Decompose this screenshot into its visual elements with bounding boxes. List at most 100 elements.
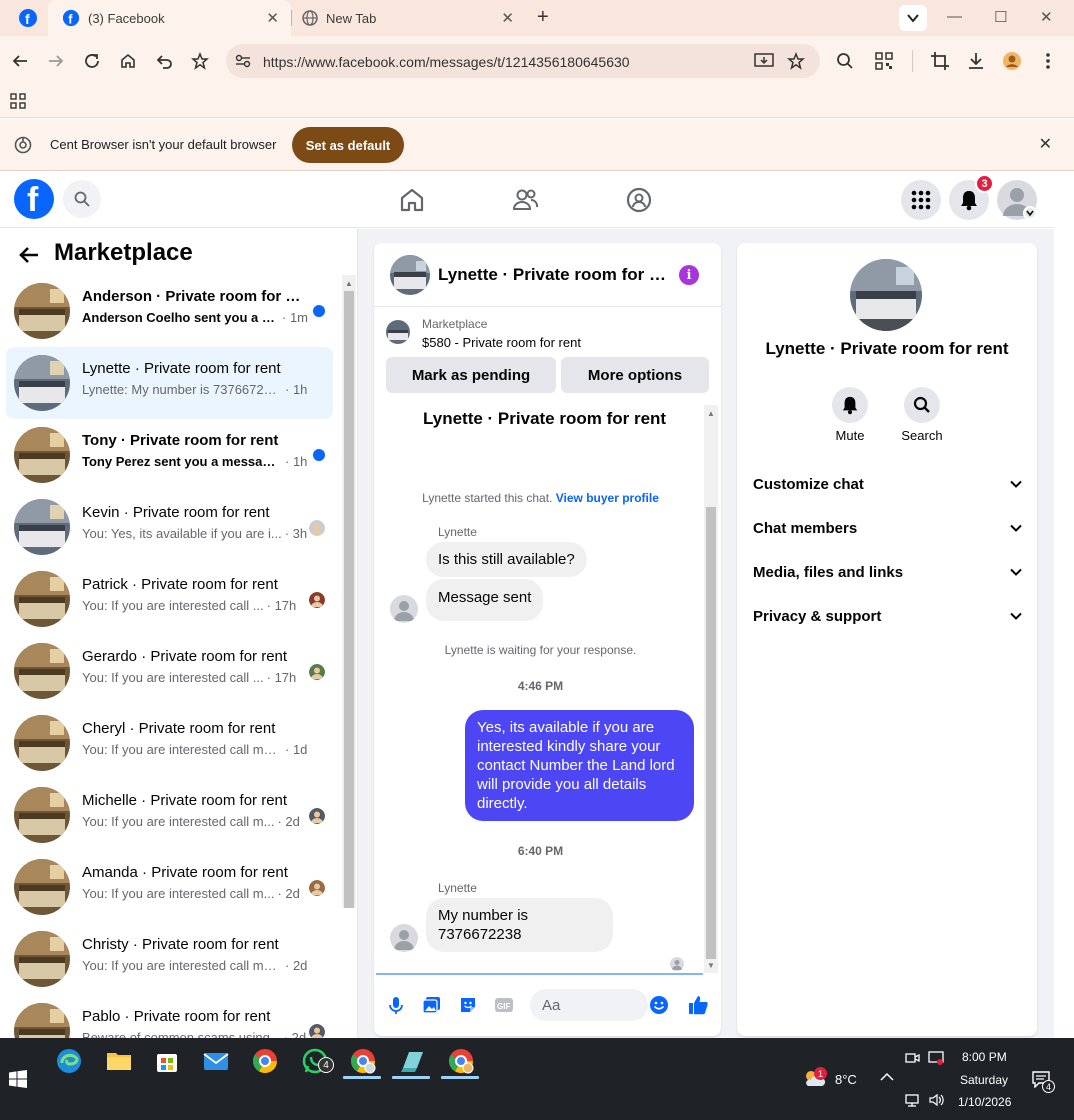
windows-start-icon[interactable]	[9, 1070, 27, 1088]
url-text[interactable]: https://www.facebook.com/messages/t/1214…	[263, 54, 630, 70]
gif-icon[interactable]: GIF	[494, 995, 514, 1015]
microphone-icon[interactable]	[386, 995, 406, 1015]
microsoft-store-icon[interactable]	[152, 1046, 182, 1076]
menu-grid-button[interactable]	[901, 180, 941, 220]
chat-avatar[interactable]	[390, 255, 430, 295]
meet-now-icon[interactable]	[904, 1050, 920, 1066]
facebook-logo[interactable]: f	[14, 179, 54, 219]
list-scrollbar-thumb[interactable]	[344, 291, 354, 908]
info-icon[interactable]: i	[679, 265, 699, 285]
clock-date[interactable]: 1/10/2026	[958, 1095, 1011, 1109]
conversation-item[interactable]: Gerardo · Private room for rent You: If y…	[6, 635, 333, 707]
conversation-item[interactable]: Amanda · Private room for rent You: If yo…	[6, 851, 333, 923]
search-icon[interactable]	[836, 52, 854, 70]
reload-icon[interactable]	[83, 52, 101, 70]
bookmark-star-icon[interactable]	[191, 52, 209, 70]
home-icon[interactable]	[119, 52, 137, 70]
set-as-default-button[interactable]: Set as default	[292, 127, 404, 163]
maximize-icon[interactable]: ☐	[994, 8, 1007, 26]
more-options-button[interactable]: More options	[561, 357, 709, 393]
sticker-icon[interactable]	[458, 995, 478, 1015]
conversation-item[interactable]: Lynette · Private room for rent Lynette: …	[6, 347, 333, 419]
view-buyer-profile-link[interactable]: View buyer profile	[556, 491, 659, 505]
thumbs-up-icon[interactable]	[687, 994, 709, 1016]
edge-browser-icon[interactable]	[54, 1046, 84, 1076]
window-close-icon[interactable]: ✕	[1040, 8, 1053, 26]
conversation-item[interactable]: Cheryl · Private room for rent You: If yo…	[6, 707, 333, 779]
chrome-icon[interactable]	[250, 1046, 280, 1076]
network-icon[interactable]	[904, 1092, 920, 1108]
undo-close-icon[interactable]	[155, 52, 173, 70]
room-photo-icon	[390, 255, 430, 295]
back-arrow-icon[interactable]	[11, 52, 29, 70]
site-settings-icon[interactable]	[234, 52, 252, 70]
mute-button[interactable]	[832, 387, 868, 423]
crop-icon[interactable]	[930, 51, 950, 71]
clock-day[interactable]: Saturday	[960, 1073, 1008, 1087]
search-in-chat-button[interactable]	[904, 387, 940, 423]
apps-grid-icon[interactable]	[10, 93, 26, 109]
infobar-close-icon[interactable]: ✕	[1039, 134, 1052, 154]
close-tab-icon[interactable]: ✕	[266, 9, 279, 27]
incoming-message[interactable]: Is this still available?	[426, 542, 587, 577]
listing-thumbnail[interactable]	[386, 320, 410, 344]
conversation-item[interactable]: Tony · Private room for rent Tony Perez s…	[6, 419, 333, 491]
incoming-message[interactable]: Message sent	[426, 579, 544, 621]
chat-title[interactable]: Lynette · Private room for r...	[438, 265, 666, 285]
conversation-item[interactable]: Kevin · Private room for rent You: Yes, i…	[6, 491, 333, 563]
cent-browser-taskbar-icon[interactable]	[348, 1046, 378, 1076]
conversation-item[interactable]: Michelle · Private room for rent You: If …	[6, 779, 333, 851]
conversation-item[interactable]: Patrick · Private room for rent You: If y…	[6, 563, 333, 635]
file-explorer-icon[interactable]	[104, 1046, 134, 1076]
tab-search-button[interactable]	[899, 5, 927, 31]
info-section-row[interactable]: Privacy & support	[753, 601, 1023, 631]
conversation-item[interactable]: Christy · Private room for rent You: If y…	[6, 923, 333, 995]
facebook-search-button[interactable]	[63, 180, 101, 218]
home-icon[interactable]	[398, 186, 426, 214]
minimize-icon[interactable]: —	[947, 8, 962, 25]
download-icon[interactable]	[966, 51, 986, 71]
facebook-app-icon[interactable]: f	[18, 8, 38, 28]
conversation-item[interactable]: Pablo · Private room for rent Beware of c…	[6, 995, 333, 1038]
thread-scrollbar-thumb[interactable]	[706, 507, 716, 959]
chrome-profile-icon[interactable]	[446, 1046, 476, 1076]
message-input[interactable]: Aa	[530, 989, 648, 1021]
scroll-up-arrow-icon[interactable]: ▲	[707, 409, 715, 418]
display-icon[interactable]	[928, 1050, 944, 1066]
info-section-row[interactable]: Chat members	[753, 513, 1023, 543]
mark-as-pending-button[interactable]: Mark as pending	[386, 357, 556, 393]
conversation-item[interactable]: Anderson · Private room for re... Anderso…	[6, 275, 333, 347]
temperature[interactable]: 8°C	[835, 1072, 857, 1087]
close-tab-icon[interactable]: ✕	[501, 9, 514, 27]
account-avatar-button[interactable]	[997, 180, 1037, 220]
emoji-icon[interactable]	[649, 995, 669, 1015]
tab-new-tab[interactable]: New Tab ✕	[292, 0, 526, 36]
friends-icon[interactable]	[511, 186, 539, 214]
profile-avatar-icon[interactable]	[1002, 51, 1022, 71]
groups-icon[interactable]	[625, 186, 653, 214]
star-icon[interactable]	[787, 52, 805, 70]
forward-arrow-icon[interactable]	[47, 52, 65, 70]
clock-time[interactable]: 8:00 PM	[962, 1050, 1007, 1064]
notepad-icon[interactable]	[397, 1046, 427, 1076]
page-scrollbar[interactable]	[1054, 172, 1074, 1038]
info-section-row[interactable]: Customize chat	[753, 469, 1023, 499]
info-section-row[interactable]: Media, files and links	[753, 557, 1023, 587]
contact-avatar[interactable]	[850, 259, 922, 331]
install-app-icon[interactable]	[754, 52, 774, 70]
new-tab-plus-icon[interactable]: +	[537, 6, 549, 29]
back-arrow-icon[interactable]	[18, 244, 40, 266]
menu-kebab-icon[interactable]	[1040, 51, 1056, 71]
tab-facebook[interactable]: f (3) Facebook ✕	[48, 0, 291, 36]
volume-icon[interactable]	[928, 1092, 944, 1108]
incoming-message[interactable]: My number is 7376672238	[426, 898, 613, 952]
outgoing-message[interactable]: Yes, its available if you are interested…	[465, 710, 694, 821]
chevron-up-icon[interactable]	[880, 1072, 894, 1082]
qr-code-icon[interactable]	[875, 52, 893, 70]
photo-gallery-icon[interactable]	[422, 995, 442, 1015]
conversation-name: Cheryl · Private room for rent	[82, 720, 276, 737]
mail-icon[interactable]	[201, 1046, 231, 1076]
scroll-down-arrow-icon[interactable]: ▼	[707, 961, 715, 970]
listing-title[interactable]: $580 - Private room for rent	[422, 335, 581, 350]
scroll-up-arrow-icon[interactable]: ▲	[345, 279, 353, 288]
